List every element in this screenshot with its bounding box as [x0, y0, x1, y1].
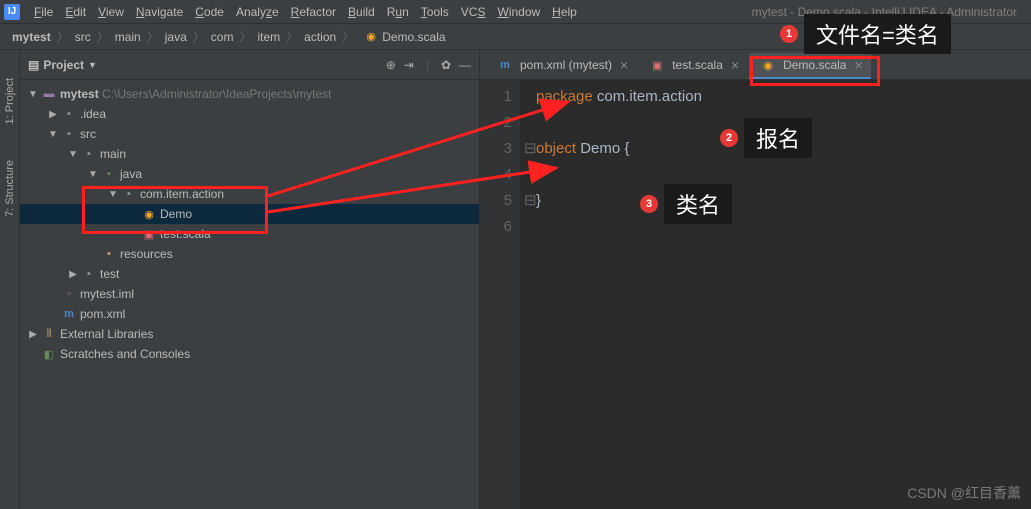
maven-icon: m [62, 307, 76, 321]
tree-scratches[interactable]: ◧Scratches and Consoles [20, 344, 479, 364]
scala-object-icon: ◉ [364, 30, 378, 44]
badge-2: 2 [720, 129, 738, 147]
expand-icon[interactable]: ⇥ [404, 58, 414, 72]
tree-test[interactable]: ▶▪test [20, 264, 479, 284]
annotation-box-tab [750, 56, 880, 86]
code-content[interactable]: package com.item.action ⊟object Demo { ⊟… [520, 80, 702, 509]
fold-icon[interactable]: ⊟ [524, 188, 537, 214]
settings-icon[interactable]: ✿ [441, 58, 451, 72]
annotation-box-tree [82, 186, 268, 234]
scratches-icon: ◧ [42, 347, 56, 361]
annotation-1: 1 文件名=类名 [780, 14, 951, 54]
scala-file-icon: ▣ [650, 58, 664, 72]
close-icon[interactable]: × [731, 57, 739, 73]
tree-resources[interactable]: ▪resources [20, 244, 479, 264]
tool-window-bar: 1: Project 7: Structure [0, 50, 20, 509]
folder-icon: ▪ [62, 107, 76, 121]
app-icon: IJ [4, 4, 20, 20]
tree-idea[interactable]: ▶▪.idea [20, 104, 479, 124]
menu-view[interactable]: View [92, 3, 130, 21]
libraries-icon: ⫴ [42, 327, 56, 341]
menu-file[interactable]: File [28, 3, 59, 21]
iml-icon: ▫ [62, 287, 76, 301]
crumb-java[interactable]: java [161, 30, 191, 44]
hide-icon[interactable]: — [459, 58, 471, 72]
tree-src[interactable]: ▼▪src [20, 124, 479, 144]
project-panel: ▤ Project ▼ ⊕ ⇥ | ✿ — ▼▬mytest C:\Users\… [20, 50, 480, 509]
menu-tools[interactable]: Tools [415, 3, 455, 21]
source-folder-icon: ▪ [102, 167, 116, 181]
badge-3: 3 [640, 195, 658, 213]
maven-icon: m [498, 58, 512, 72]
menu-code[interactable]: Code [189, 3, 230, 21]
menu-edit[interactable]: Edit [59, 3, 92, 21]
menu-vcs[interactable]: VCS [455, 3, 492, 21]
crumb-project[interactable]: mytest [8, 30, 55, 44]
annotation-3: 3 类名 [640, 184, 732, 224]
crumb-main[interactable]: main [111, 30, 145, 44]
tree-iml[interactable]: ▫mytest.iml [20, 284, 479, 304]
menu-help[interactable]: Help [546, 3, 583, 21]
crumb-file[interactable]: ◉Demo.scala [356, 30, 449, 44]
tree-pom[interactable]: mpom.xml [20, 304, 479, 324]
folder-icon: ▪ [82, 267, 96, 281]
tab-test[interactable]: ▣test.scala× [638, 53, 747, 79]
menu-run[interactable]: Run [381, 3, 415, 21]
menu-window[interactable]: Window [491, 3, 546, 21]
resources-folder-icon: ▪ [102, 247, 116, 261]
tree-external-libs[interactable]: ▶⫴External Libraries [20, 324, 479, 344]
menu-build[interactable]: Build [342, 3, 381, 21]
fold-icon[interactable]: ⊟ [524, 136, 537, 162]
crumb-com[interactable]: com [207, 30, 238, 44]
line-gutter: 123456 [480, 80, 520, 509]
menu-analyze[interactable]: Analyze [230, 3, 285, 21]
panel-title[interactable]: ▤ Project ▼ [28, 58, 97, 72]
project-icon: ▤ [28, 58, 39, 72]
tab-structure[interactable]: 7: Structure [2, 152, 18, 225]
crumb-item[interactable]: item [253, 30, 284, 44]
folder-icon: ▪ [62, 127, 76, 141]
crumb-src[interactable]: src [71, 30, 95, 44]
tree-main[interactable]: ▼▪main [20, 144, 479, 164]
badge-1: 1 [780, 25, 798, 43]
tree-java[interactable]: ▼▪java [20, 164, 479, 184]
tree-root[interactable]: ▼▬mytest C:\Users\Administrator\IdeaProj… [20, 84, 479, 104]
module-icon: ▬ [42, 87, 56, 101]
crumb-action[interactable]: action [300, 30, 340, 44]
close-icon[interactable]: × [620, 57, 628, 73]
tab-project[interactable]: 1: Project [2, 70, 18, 132]
watermark: CSDN @红目香薰 [907, 483, 1021, 503]
locate-icon[interactable]: ⊕ [386, 58, 396, 72]
tab-pom[interactable]: mpom.xml (mytest)× [486, 53, 636, 79]
menu-refactor[interactable]: Refactor [285, 3, 342, 21]
folder-icon: ▪ [82, 147, 96, 161]
annotation-2: 2 报名 [720, 118, 812, 158]
menu-navigate[interactable]: Navigate [130, 3, 189, 21]
